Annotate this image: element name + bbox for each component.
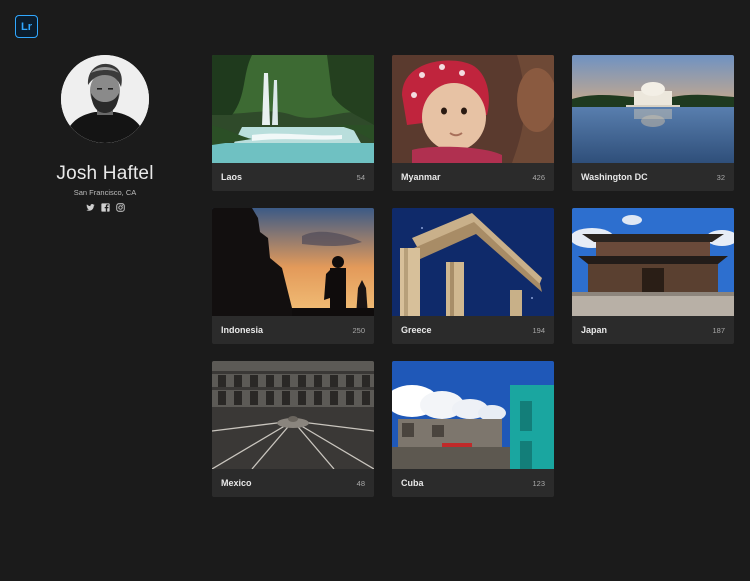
instagram-icon[interactable] xyxy=(115,203,125,212)
profile-panel: Josh Haftel San Francisco, CA xyxy=(40,55,170,212)
album-meta: Mexico 48 xyxy=(212,469,374,497)
album-cover-mexico[interactable] xyxy=(212,361,374,469)
album-title: Cuba xyxy=(401,478,424,488)
album-title: Japan xyxy=(581,325,608,335)
album-meta: Washington DC 32 xyxy=(572,163,734,191)
lightroom-portfolio-page: Lr Josh Haftel San Francisco, CA Laos 54… xyxy=(0,0,750,581)
album-cover-laos[interactable] xyxy=(212,55,374,163)
album-meta: Laos 54 xyxy=(212,163,374,191)
album-card-mexico[interactable]: Mexico 48 xyxy=(212,361,374,497)
album-count: 32 xyxy=(716,172,725,182)
album-cover-washington-dc[interactable] xyxy=(572,55,734,163)
album-title: Mexico xyxy=(221,478,252,488)
lightroom-logo[interactable]: Lr xyxy=(15,15,38,38)
album-card-myanmar[interactable]: Myanmar 426 xyxy=(392,55,554,191)
facebook-icon[interactable] xyxy=(100,203,110,212)
album-cover-indonesia[interactable] xyxy=(212,208,374,316)
album-meta: Greece 194 xyxy=(392,316,554,344)
album-count: 194 xyxy=(532,325,545,335)
album-title: Greece xyxy=(401,325,432,335)
album-card-greece[interactable]: Greece 194 xyxy=(392,208,554,344)
album-card-japan[interactable]: Japan 187 xyxy=(572,208,734,344)
album-card-laos[interactable]: Laos 54 xyxy=(212,55,374,191)
album-meta: Japan 187 xyxy=(572,316,734,344)
social-links xyxy=(40,203,170,212)
album-meta: Myanmar 426 xyxy=(392,163,554,191)
album-title: Laos xyxy=(221,172,243,182)
album-count: 54 xyxy=(356,172,365,182)
album-cover-greece[interactable] xyxy=(392,208,554,316)
album-grid: Laos 54 Myanmar 426 Washington DC 32 Ind… xyxy=(212,55,734,497)
profile-location: San Francisco, CA xyxy=(73,188,137,197)
album-meta: Indonesia 250 xyxy=(212,316,374,344)
album-count: 426 xyxy=(532,172,545,182)
album-cover-japan[interactable] xyxy=(572,208,734,316)
album-title: Washington DC xyxy=(581,172,648,182)
album-card-washington-dc[interactable]: Washington DC 32 xyxy=(572,55,734,191)
album-count: 187 xyxy=(712,325,725,335)
album-cover-cuba[interactable] xyxy=(392,361,554,469)
profile-name: Josh Haftel xyxy=(56,163,154,184)
album-count: 250 xyxy=(352,325,365,335)
album-count: 123 xyxy=(532,478,545,488)
album-count: 48 xyxy=(356,478,365,488)
album-title: Indonesia xyxy=(221,325,264,335)
album-meta: Cuba 123 xyxy=(392,469,554,497)
avatar[interactable] xyxy=(61,55,149,143)
album-cover-myanmar[interactable] xyxy=(392,55,554,163)
album-card-indonesia[interactable]: Indonesia 250 xyxy=(212,208,374,344)
twitter-icon[interactable] xyxy=(85,203,95,212)
album-title: Myanmar xyxy=(401,172,441,182)
album-card-cuba[interactable]: Cuba 123 xyxy=(392,361,554,497)
